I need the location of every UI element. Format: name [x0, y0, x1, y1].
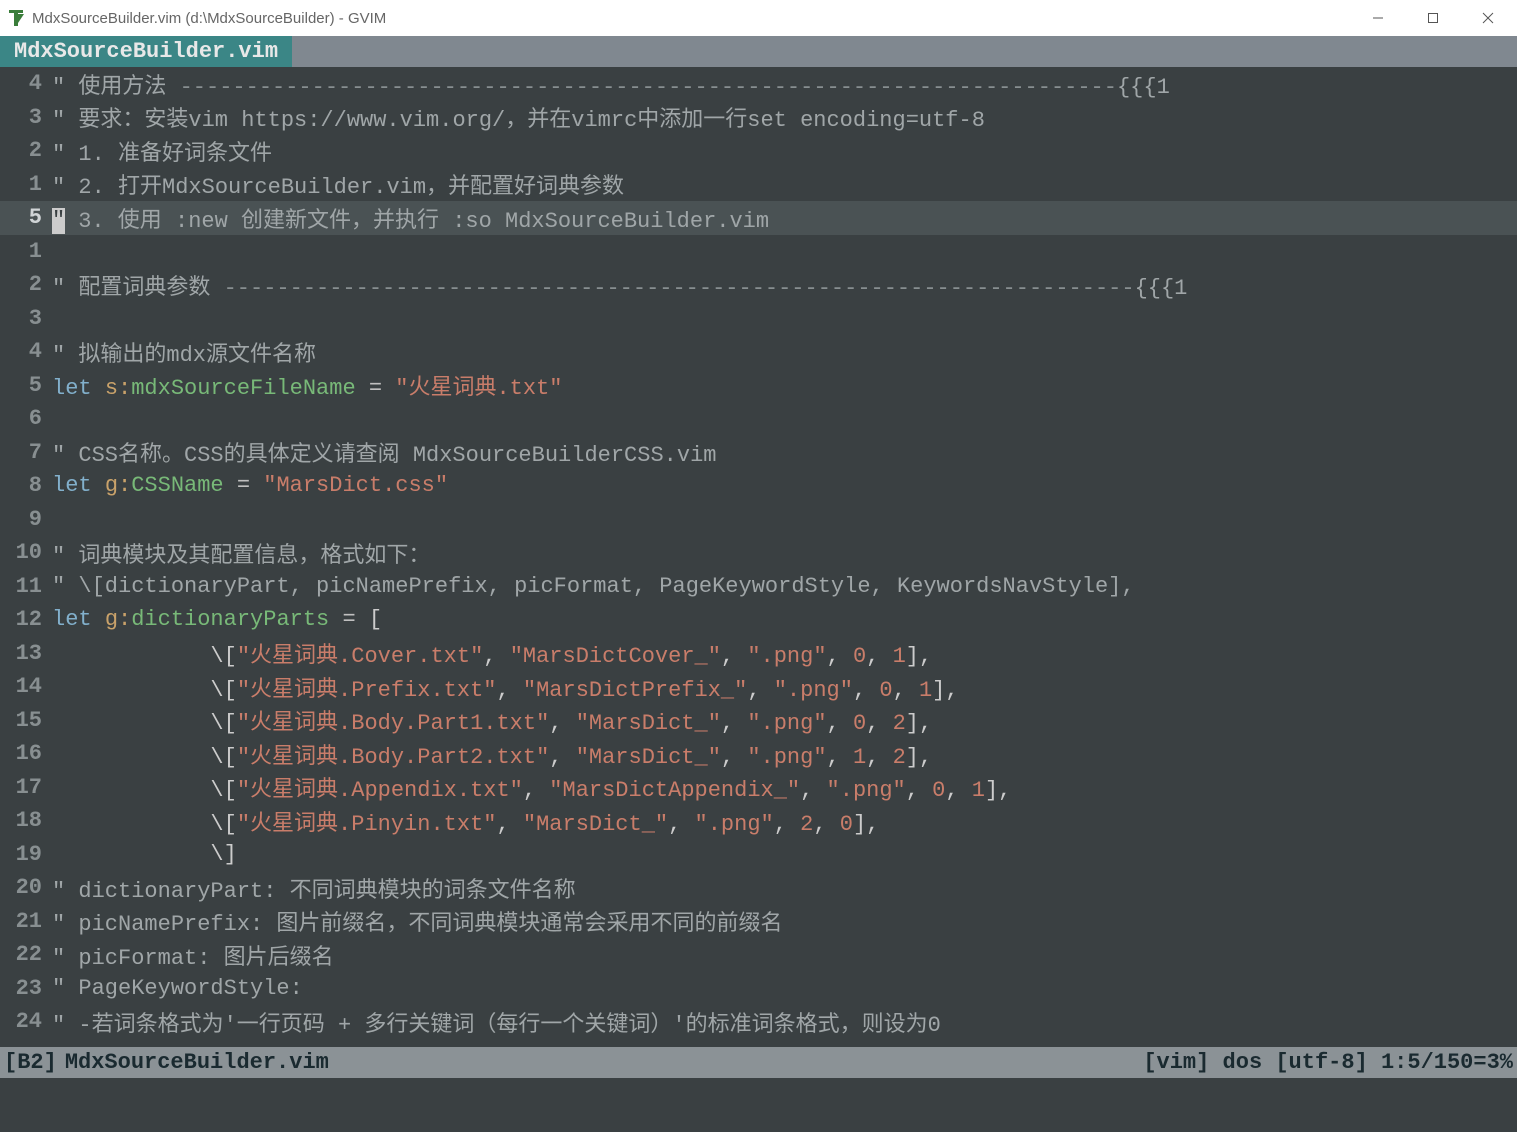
code-line[interactable]: 10" 词典模块及其配置信息，格式如下： [0, 536, 1517, 570]
line-content: " 1. 准备好词条文件 [52, 135, 1517, 167]
line-content: " picFormat: 图片后缀名 [52, 939, 1517, 971]
line-content: " 使用方法 ---------------------------------… [52, 68, 1517, 100]
code-line[interactable]: 4" 拟输出的mdx源文件名称 [0, 335, 1517, 369]
line-number: 13 [0, 641, 52, 666]
code-line[interactable]: 17 \["火星词典.Appendix.txt", "MarsDictAppen… [0, 771, 1517, 805]
line-content: \["火星词典.Prefix.txt", "MarsDictPrefix_", … [52, 671, 1517, 703]
code-line[interactable]: 22" picFormat: 图片后缀名 [0, 938, 1517, 972]
line-number: 22 [0, 942, 52, 967]
line-number: 3 [0, 306, 52, 331]
code-line[interactable]: 2" 1. 准备好词条文件 [0, 134, 1517, 168]
line-content: " PageKeywordStyle: [52, 976, 1517, 1001]
line-number: 14 [0, 674, 52, 699]
line-number: 16 [0, 741, 52, 766]
line-number: 10 [0, 540, 52, 565]
line-content: " CSS名称。CSS的具体定义请查阅 MdxSourceBuilderCSS.… [52, 436, 1517, 468]
line-content: " -若词条格式为'一行页码 + 多行关键词（每行一个关键词）'的标准词条格式，… [52, 1006, 1517, 1038]
line-content: " 2. 打开MdxSourceBuilder.vim，并配置好词典参数 [52, 168, 1517, 200]
code-line[interactable]: 18 \["火星词典.Pinyin.txt", "MarsDict_", ".p… [0, 804, 1517, 838]
cursor: " [52, 208, 65, 234]
code-line[interactable]: 15 \["火星词典.Body.Part1.txt", "MarsDict_",… [0, 704, 1517, 738]
code-line[interactable]: 3" 要求：安装vim https://www.vim.org/，并在vimrc… [0, 101, 1517, 135]
line-number: 20 [0, 875, 52, 900]
line-content: " dictionaryPart: 不同词典模块的词条文件名称 [52, 872, 1517, 904]
code-line[interactable]: 11" \[dictionaryPart, picNamePrefix, pic… [0, 570, 1517, 604]
status-line: [B2] MdxSourceBuilder.vim [vim] dos [utf… [0, 1047, 1517, 1078]
line-content: \["火星词典.Body.Part1.txt", "MarsDict_", ".… [52, 704, 1517, 736]
code-line[interactable]: 4" 使用方法 --------------------------------… [0, 67, 1517, 101]
status-position: [vim] dos [utf-8] 1:5/150=3% [1143, 1050, 1513, 1075]
line-number: 18 [0, 808, 52, 833]
line-content: \["火星词典.Appendix.txt", "MarsDictAppendix… [52, 771, 1517, 803]
line-number: 1 [0, 172, 52, 197]
line-number: 15 [0, 708, 52, 733]
code-line[interactable]: 21" picNamePrefix: 图片前缀名，不同词典模块通常会采用不同的前… [0, 905, 1517, 939]
code-line[interactable]: 3 [0, 302, 1517, 336]
line-content: " 配置词典参数 -------------------------------… [52, 269, 1517, 301]
line-number: 5 [0, 205, 52, 230]
line-number: 2 [0, 272, 52, 297]
line-content: \] [52, 842, 1517, 867]
code-line[interactable]: 13 \["火星词典.Cover.txt", "MarsDictCover_",… [0, 637, 1517, 671]
code-line[interactable]: 2" 配置词典参数 ------------------------------… [0, 268, 1517, 302]
minimize-button[interactable] [1350, 0, 1405, 36]
close-button[interactable] [1460, 0, 1515, 36]
code-line[interactable]: 5let s:mdxSourceFileName = "火星词典.txt" [0, 369, 1517, 403]
line-number: 4 [0, 339, 52, 364]
line-number: 9 [0, 507, 52, 532]
line-number: 3 [0, 105, 52, 130]
code-line[interactable]: 9 [0, 503, 1517, 537]
code-line[interactable]: 19 \] [0, 838, 1517, 872]
line-number: 8 [0, 473, 52, 498]
line-content: let s:mdxSourceFileName = "火星词典.txt" [52, 369, 1517, 401]
tab-bar: MdxSourceBuilder.vim [0, 36, 1517, 67]
line-number: 21 [0, 909, 52, 934]
line-content: " 要求：安装vim https://www.vim.org/，并在vimrc中… [52, 101, 1517, 133]
line-content: " \[dictionaryPart, picNamePrefix, picFo… [52, 574, 1517, 599]
code-line[interactable]: 7" CSS名称。CSS的具体定义请查阅 MdxSourceBuilderCSS… [0, 436, 1517, 470]
line-number: 7 [0, 440, 52, 465]
line-content: " 3. 使用 :new 创建新文件，并执行 :so MdxSourceBuil… [52, 202, 1517, 234]
line-number: 17 [0, 775, 52, 800]
code-line[interactable]: 6 [0, 402, 1517, 436]
code-line[interactable]: 16 \["火星词典.Body.Part2.txt", "MarsDict_",… [0, 737, 1517, 771]
maximize-button[interactable] [1405, 0, 1460, 36]
line-content: " picNamePrefix: 图片前缀名，不同词典模块通常会采用不同的前缀名 [52, 905, 1517, 937]
code-line[interactable]: 24" -若词条格式为'一行页码 + 多行关键词（每行一个关键词）'的标准词条格… [0, 1005, 1517, 1039]
line-number: 6 [0, 406, 52, 431]
line-content: " 拟输出的mdx源文件名称 [52, 336, 1517, 368]
line-content: \["火星词典.Body.Part2.txt", "MarsDict_", ".… [52, 738, 1517, 770]
code-line[interactable]: 20" dictionaryPart: 不同词典模块的词条文件名称 [0, 871, 1517, 905]
line-number: 2 [0, 138, 52, 163]
code-line[interactable]: 23" PageKeywordStyle: [0, 972, 1517, 1006]
line-content: " 词典模块及其配置信息，格式如下： [52, 537, 1517, 569]
code-line[interactable]: 14 \["火星词典.Prefix.txt", "MarsDictPrefix_… [0, 670, 1517, 704]
line-number: 5 [0, 373, 52, 398]
gvim-icon [6, 8, 26, 28]
line-content: \["火星词典.Pinyin.txt", "MarsDict_", ".png"… [52, 805, 1517, 837]
line-number: 1 [0, 239, 52, 264]
window-title: MdxSourceBuilder.vim (d:\MdxSourceBuilde… [32, 10, 1350, 27]
status-filename: MdxSourceBuilder.vim [57, 1050, 1144, 1075]
command-line[interactable] [0, 1078, 1517, 1132]
line-number: 24 [0, 1009, 52, 1034]
line-content: \["火星词典.Cover.txt", "MarsDictCover_", ".… [52, 637, 1517, 669]
code-line[interactable]: 8let g:CSSName = "MarsDict.css" [0, 469, 1517, 503]
editor-area[interactable]: 4" 使用方法 --------------------------------… [0, 67, 1517, 1039]
status-buffer: [B2] [4, 1050, 57, 1075]
code-line[interactable]: 12let g:dictionaryParts = [ [0, 603, 1517, 637]
code-line[interactable]: 1 [0, 235, 1517, 269]
line-content: let g:CSSName = "MarsDict.css" [52, 473, 1517, 498]
code-line[interactable]: 5" 3. 使用 :new 创建新文件，并执行 :so MdxSourceBui… [0, 201, 1517, 235]
line-content: let g:dictionaryParts = [ [52, 607, 1517, 632]
code-line[interactable]: 1" 2. 打开MdxSourceBuilder.vim，并配置好词典参数 [0, 168, 1517, 202]
line-number: 12 [0, 607, 52, 632]
window-titlebar: MdxSourceBuilder.vim (d:\MdxSourceBuilde… [0, 0, 1517, 36]
tab-active[interactable]: MdxSourceBuilder.vim [0, 36, 292, 67]
line-number: 23 [0, 976, 52, 1001]
line-number: 19 [0, 842, 52, 867]
line-number: 11 [0, 574, 52, 599]
line-number: 4 [0, 71, 52, 96]
